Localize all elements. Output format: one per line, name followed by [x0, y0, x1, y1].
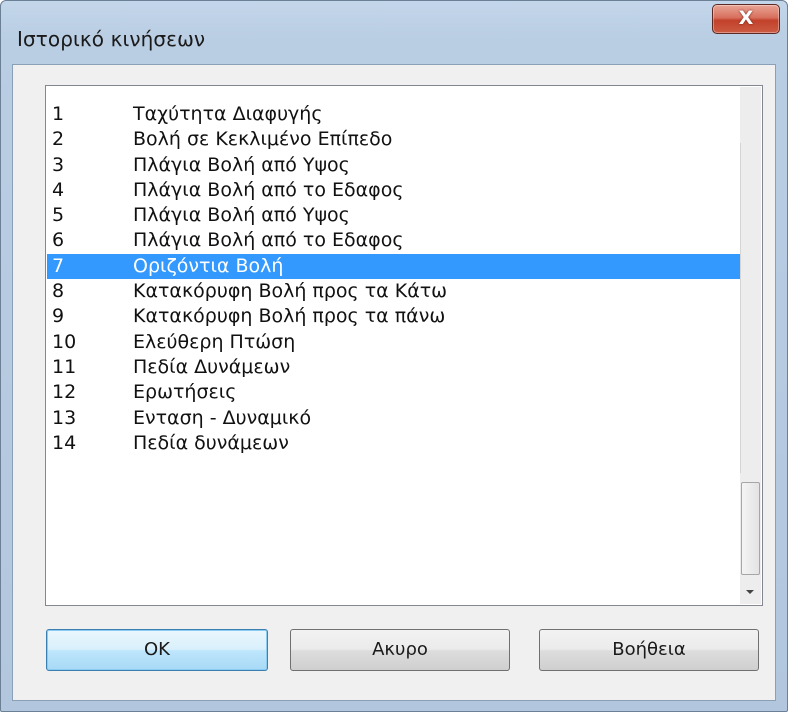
window-title: Ιστορικό κινήσεων: [17, 27, 206, 51]
list-item[interactable]: 11 Πεδία Δυνάμεων: [47, 355, 741, 380]
list-item[interactable]: 12 Ερωτήσεις: [47, 380, 741, 405]
list-item-label: Ερωτήσεις: [133, 381, 237, 404]
list-item-label: Πλάγια Βολή από Υψος: [133, 153, 350, 176]
list-item-label: Ταχύτητα Διαφυγής: [133, 103, 323, 125]
list-item-number: 13: [52, 406, 77, 429]
list-item[interactable]: 2 Βολή σε Κεκλιμένο Επίπεδο: [47, 127, 741, 152]
list-item[interactable]: 13 Ενταση - Δυναμικό: [47, 406, 741, 431]
list-item-number: 3: [52, 153, 65, 176]
dialog-window: Ιστορικό κινήσεων X 1 Ταχύτητα Διαφυγής 2 Β…: [0, 0, 788, 712]
chevron-down-icon[interactable]: [746, 590, 754, 594]
list-item-number: 9: [52, 305, 65, 328]
list-item-number: 10: [52, 330, 77, 353]
scroll-thumb[interactable]: [741, 482, 760, 575]
list-item-label: Οριζόντια Βολή: [133, 254, 284, 277]
list-item[interactable]: 4 Πλάγια Βολή από το Εδαφος: [47, 178, 741, 203]
list-item[interactable]: 7 Οριζόντια Βολή: [47, 253, 741, 280]
list-item-label: Ελεύθερη Πτώση: [133, 330, 296, 353]
list-item-number: 5: [52, 204, 65, 227]
cancel-button[interactable]: Ακυρο: [290, 629, 510, 671]
list-item-number: 2: [52, 128, 65, 151]
list-item-number: 7: [52, 254, 65, 277]
close-button[interactable]: X: [712, 4, 780, 34]
list-item-number: 8: [52, 280, 65, 303]
vertical-scrollbar[interactable]: [740, 87, 761, 604]
list-item-number: 14: [52, 431, 77, 454]
list-item[interactable]: 9 Κατακόρυφη Βολή προς τα πάνω: [47, 304, 741, 329]
list-item-label: Πεδία δυνάμεων: [133, 431, 289, 454]
list-item[interactable]: 6 Πλάγια Βολή από το Εδαφος: [47, 228, 741, 253]
dialog-body: 1 Ταχύτητα Διαφυγής 2 Βολή σε Κεκλιμένο Επί…: [12, 64, 776, 701]
list-item[interactable]: 1 Ταχύτητα Διαφυγής: [47, 102, 741, 127]
list-item-label: Βολή σε Κεκλιμένο Επίπεδο: [133, 128, 393, 151]
list-item[interactable]: 5 Πλάγια Βολή από Υψος: [47, 203, 741, 228]
list-item-number: 4: [52, 178, 65, 201]
list-item-label: Κατακόρυφη Βολή προς τα Κάτω: [133, 280, 448, 303]
list-item[interactable]: 8 Κατακόρυφη Βολή προς τα Κάτω: [47, 279, 741, 304]
list-item-number: 1: [52, 103, 65, 125]
list-item-number: 12: [52, 381, 77, 404]
list-item[interactable]: 10 Ελεύθερη Πτώση: [47, 330, 741, 355]
list-item-number: 6: [52, 229, 65, 252]
list-item-label: Πλάγια Βολή από το Εδαφος: [133, 229, 404, 252]
list-item-label: Πλάγια Βολή από Υψος: [133, 204, 350, 227]
ok-button[interactable]: OK: [46, 629, 268, 671]
scroll-track: [740, 143, 741, 473]
list-items: 1 Ταχύτητα Διαφυγής 2 Βολή σε Κεκλιμένο Επί…: [47, 102, 741, 456]
list-item[interactable]: 14 Πεδία δυνάμεων: [47, 431, 741, 456]
history-listbox[interactable]: 1 Ταχύτητα Διαφυγής 2 Βολή σε Κεκλιμένο Επί…: [45, 85, 763, 606]
list-item-number: 11: [52, 355, 77, 378]
list-item-label: Κατακόρυφη Βολή προς τα πάνω: [133, 305, 446, 328]
close-icon: X: [738, 7, 754, 29]
help-button[interactable]: Βοήθεια: [539, 629, 759, 671]
list-item[interactable]: 3 Πλάγια Βολή από Υψος: [47, 153, 741, 178]
list-item-label: Ενταση - Δυναμικό: [133, 406, 312, 429]
list-item-label: Πεδία Δυνάμεων: [133, 355, 291, 378]
title-bar[interactable]: Ιστορικό κινήσεων X: [1, 1, 787, 63]
list-item-label: Πλάγια Βολή από το Εδαφος: [133, 178, 404, 201]
